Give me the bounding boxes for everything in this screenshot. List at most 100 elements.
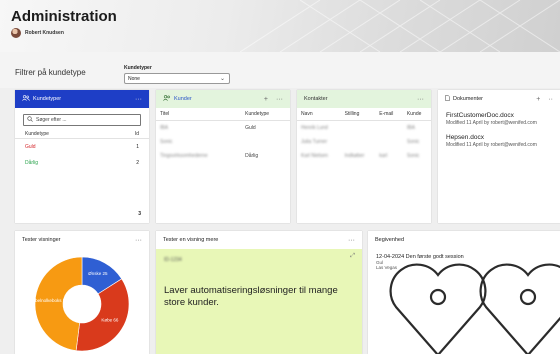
expand-icon[interactable]: ⤢: [350, 253, 355, 260]
cell-type: Dårlig: [245, 153, 259, 159]
cell-kunde: Sonic: [406, 153, 420, 159]
visninger-title: Tester visninger: [22, 237, 61, 243]
kunder-card: Kunder + ··· Titel Kundetype IBA Guld So…: [156, 90, 290, 223]
cell-navn: Henrik Lund: [301, 125, 328, 131]
cell-email: karl: [379, 153, 388, 159]
document-icon: [445, 95, 450, 103]
document-name[interactable]: Hepsen.docx: [446, 134, 552, 141]
kundetyper-card: Kundetyper ··· Søger efter ... Kundetype…: [15, 90, 149, 223]
cell-type: Guld: [245, 125, 256, 131]
cell-title: Sonic: [160, 139, 173, 145]
table-row[interactable]: Dårlig 2: [15, 155, 149, 171]
col-kundetype[interactable]: Kundetype: [25, 131, 49, 137]
cell-stilling: [341, 135, 376, 149]
kunder-title[interactable]: Kunder: [174, 96, 192, 102]
search-input[interactable]: Søger efter ...: [23, 114, 141, 126]
more-icon[interactable]: ···: [276, 96, 283, 103]
col-kundetype[interactable]: Kundetype: [241, 108, 290, 121]
table-row[interactable]: Guld 1: [15, 139, 149, 155]
table-row[interactable]: Sonic: [156, 135, 290, 149]
people-icon: [163, 95, 171, 103]
visning-mere-title: Tester en visning mere: [163, 237, 219, 243]
cell-kunde: IBA: [406, 125, 415, 131]
table-row[interactable]: Karl Nielsen Indkøber karl Sonic: [297, 149, 431, 163]
table-row[interactable]: Henrik Lund IBA: [297, 121, 431, 136]
dokumenter-title: Dokumenter: [453, 96, 483, 102]
row-id: 1: [136, 144, 139, 150]
table-header: Kundetype Id: [15, 129, 149, 139]
row-name: Dårlig: [25, 160, 39, 166]
donut-chart: Ønske 25 Købe 66 Jubelnolkeboks 86: [30, 256, 130, 352]
more-icon[interactable]: ···: [417, 96, 424, 103]
more-icon[interactable]: ···: [135, 237, 142, 244]
search-icon: [27, 116, 33, 124]
filter-label: Filtrer på kundetype: [15, 68, 86, 77]
people-icon: [22, 95, 30, 103]
dokumenter-header: Dokumenter + ··: [438, 90, 560, 108]
table-row[interactable]: IBA Guld: [156, 121, 290, 136]
search-placeholder: Søger efter ...: [36, 117, 67, 123]
begivenhed-title: Begivenhed: [375, 237, 405, 243]
table-row[interactable]: Tingsvirksomhederne Dårlig: [156, 149, 290, 163]
item-count: 3: [138, 211, 141, 217]
dokumenter-card: Dokumenter + ·· FirstCustomerDoc.docx Mo…: [438, 90, 560, 223]
cell-title: Tingsvirksomhederne: [160, 153, 208, 159]
page-header: Administration Robert Knudsen: [0, 0, 560, 52]
visning-mere-header: Tester en visning mere ···: [156, 231, 362, 249]
avatar[interactable]: [11, 28, 21, 38]
document-item[interactable]: Hepsen.docx Modified 11 April by robert@…: [438, 130, 560, 152]
add-icon[interactable]: +: [536, 96, 540, 103]
slice-label: Købe 66: [101, 318, 119, 323]
visning-mere-card: Tester en visning mere ··· ID-1234 ⤢ Lav…: [156, 231, 362, 354]
document-meta: Modified 11 April by robert@wenifed.com: [446, 120, 537, 126]
col-id[interactable]: Id: [135, 131, 139, 137]
page-title: Administration: [11, 8, 117, 25]
slice-label: Ønske 25: [88, 271, 108, 276]
more-icon[interactable]: ···: [135, 96, 142, 103]
more-icon[interactable]: ···: [348, 237, 355, 244]
cell-navn: Julia Turner: [301, 139, 328, 145]
cell-title: IBA: [160, 125, 169, 131]
user-name: Robert Knudsen: [25, 30, 64, 36]
table-row[interactable]: Julia Turner Sonic: [297, 135, 431, 149]
col-stilling[interactable]: Stilling: [340, 108, 376, 121]
kontakter-card: Kontakter ··· Navn Stilling E-mail Kunde…: [297, 90, 431, 223]
user-info[interactable]: Robert Knudsen: [11, 28, 64, 38]
kontakter-title: Kontakter: [304, 96, 328, 102]
begivenhed-card: Begivenhed 12-04-2024 Den første godt se…: [368, 231, 560, 354]
note-text: Laver automatiseringsløsninger til mange…: [164, 285, 338, 308]
cell-type: [241, 135, 290, 149]
kontakter-header: Kontakter ···: [297, 90, 431, 108]
note-id: ID-1234: [164, 257, 182, 263]
customer-type-filter: Kundetyper None ⌄: [124, 65, 230, 84]
visninger-card: Tester visninger ··· Ønske 25 Købe 66 Jube…: [15, 231, 149, 354]
document-name[interactable]: FirstCustomerDoc.docx: [446, 112, 552, 119]
col-navn[interactable]: Navn: [297, 108, 341, 121]
cell-stilling: Indkøber: [344, 153, 365, 159]
note[interactable]: ID-1234 ⤢ Laver automatiseringsløsninger…: [156, 249, 362, 354]
kundetyper-title: Kundetyper: [33, 96, 62, 102]
col-titel[interactable]: Titel: [156, 108, 242, 121]
document-item[interactable]: FirstCustomerDoc.docx Modified 11 April …: [438, 108, 560, 130]
kunder-table: Titel Kundetype IBA Guld Sonic Tingsvirk…: [156, 108, 290, 163]
col-kunde[interactable]: Kunde: [402, 108, 431, 121]
add-icon[interactable]: +: [264, 96, 268, 103]
more-icon[interactable]: ··: [548, 96, 553, 103]
filter-field-label: Kundetyper: [124, 65, 152, 71]
cell-email: [375, 135, 403, 149]
visninger-header: Tester visninger ···: [15, 231, 149, 249]
kundetyper-header: Kundetyper ···: [15, 90, 149, 108]
slice-label: Jubelnolkeboks 86: [30, 298, 68, 303]
row-name: Guld: [25, 144, 36, 150]
kunder-header: Kunder + ···: [156, 90, 290, 108]
customer-type-select[interactable]: None ⌄: [124, 73, 230, 84]
chevron-down-icon: ⌄: [219, 76, 225, 82]
document-meta: Modified 11 April by robert@wenifed.com: [446, 142, 537, 148]
cell-kunde: Sonic: [406, 139, 420, 145]
row-id: 2: [136, 160, 139, 166]
kontakter-table: Navn Stilling E-mail Kunde Henrik Lund I…: [297, 108, 431, 163]
col-email[interactable]: E-mail: [375, 108, 403, 121]
donut-slice[interactable]: [34, 256, 83, 351]
event-place: Las Vegas: [376, 265, 398, 270]
header-pattern: [240, 0, 560, 52]
